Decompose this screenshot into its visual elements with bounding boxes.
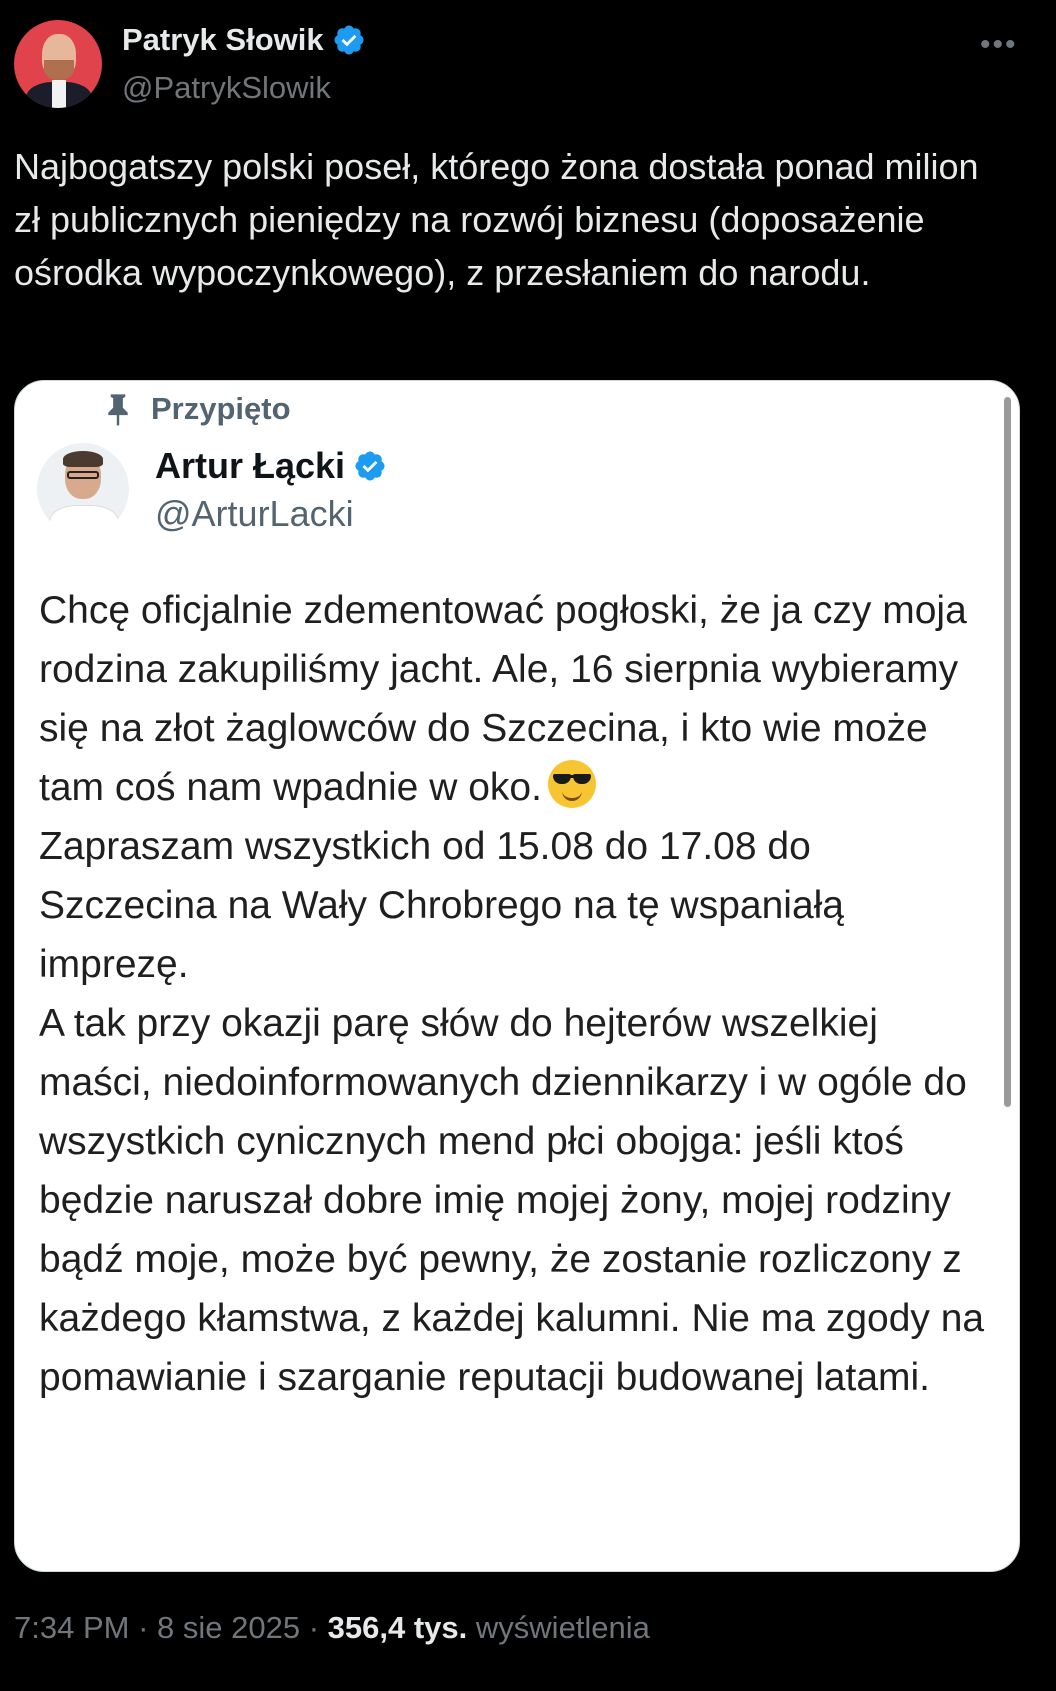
quoted-avatar-shirt <box>49 505 119 535</box>
meta-separator: · <box>138 1610 149 1645</box>
author-avatar[interactable] <box>14 20 102 108</box>
tweet-text: Najbogatszy polski poseł, którego żona d… <box>14 146 979 293</box>
verified-badge-icon <box>334 25 364 55</box>
meta-separator-2: · <box>308 1610 320 1645</box>
scrollbar[interactable] <box>1004 397 1011 1107</box>
views-count[interactable]: 356,4 tys. <box>328 1610 468 1645</box>
tweet-time[interactable]: 7:34 PM <box>14 1610 129 1645</box>
quoted-tweet-card[interactable]: Przypięto Artur Łącki @ArturLacki Chcę o… <box>14 380 1020 1572</box>
author-name[interactable]: Patryk Słowik <box>122 22 324 58</box>
quoted-avatar-glasses <box>67 471 99 479</box>
more-options-icon[interactable]: ••• <box>980 28 1018 62</box>
quoted-text-part1: Chcę oficjalnie zdementować pogłoski, że… <box>39 589 967 809</box>
author-handle[interactable]: @PatrykSlowik <box>122 70 331 106</box>
tweet-date[interactable]: 8 sie 2025 <box>157 1610 300 1645</box>
avatar-shirt <box>52 80 66 108</box>
quoted-name-row: Artur Łącki <box>155 445 387 487</box>
quoted-handle: @ArturLacki <box>155 493 354 534</box>
pin-icon <box>108 394 128 426</box>
avatar-beard <box>44 60 74 80</box>
pinned-row: Przypięto <box>103 391 291 427</box>
pinned-label: Przypięto <box>151 391 291 426</box>
quoted-verified-badge-icon <box>355 451 385 481</box>
quoted-name: Artur Łącki <box>155 445 346 486</box>
quoted-avatar <box>37 443 129 535</box>
quoted-text-part2: Zapraszam wszystkich od 15.08 do 17.08 d… <box>39 825 985 1399</box>
views-label: wyświetlenia <box>475 1610 650 1645</box>
sunglasses-emoji-icon <box>547 760 596 808</box>
quoted-text: Chcę oficjalnie zdementować pogłoski, że… <box>39 581 989 1407</box>
author-name-row[interactable]: Patryk Słowik <box>122 22 366 58</box>
quoted-avatar-hair <box>63 451 103 467</box>
tweet-meta: 7:34 PM · 8 sie 2025 · 356,4 tys. wyświe… <box>14 1610 650 1646</box>
